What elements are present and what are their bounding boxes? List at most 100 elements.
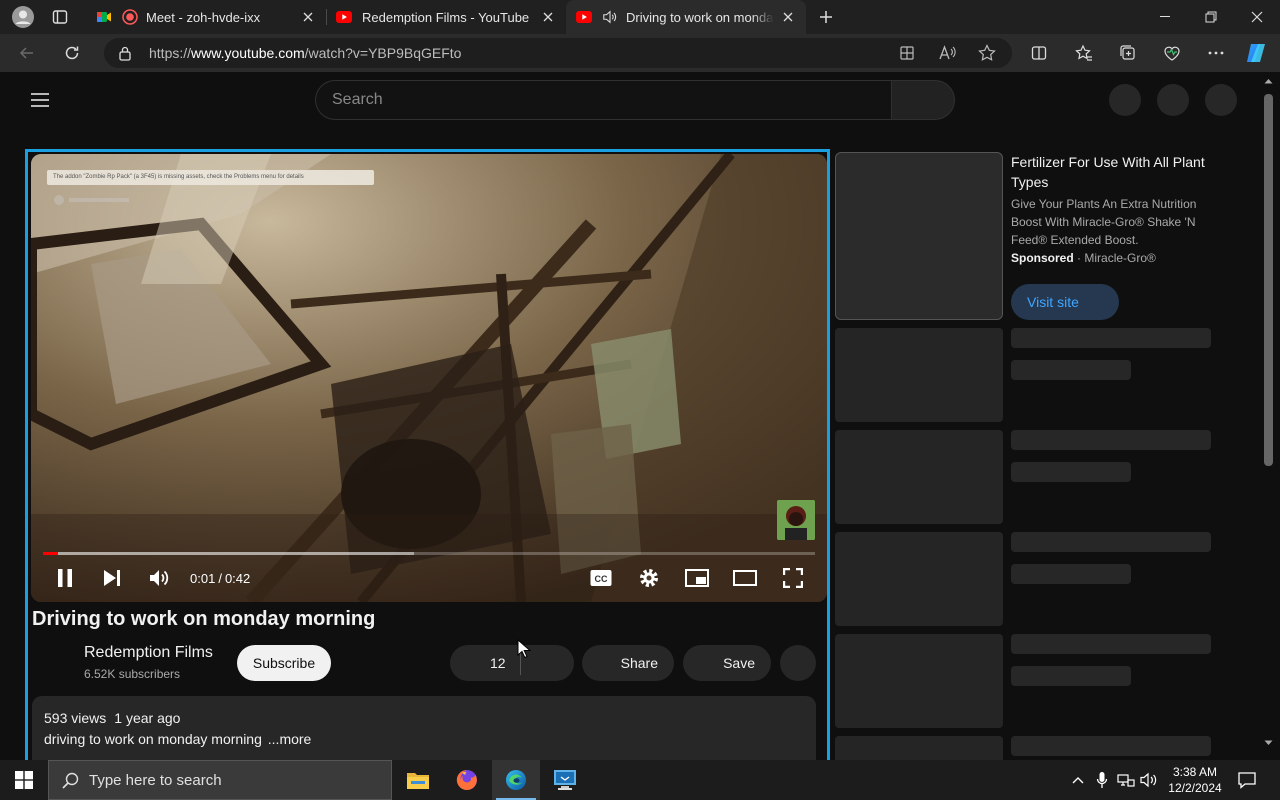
scroll-down-icon[interactable] <box>1264 740 1273 746</box>
lock-icon[interactable] <box>114 43 136 63</box>
new-tab-icon[interactable] <box>812 4 840 30</box>
ad-sponsor-line: Sponsored · Miracle-Gro® <box>1011 251 1156 265</box>
channel-avatar[interactable] <box>32 649 72 689</box>
search-input[interactable] <box>332 91 872 109</box>
remote-desktop-icon[interactable] <box>541 760 589 800</box>
browser-tab-strip: Meet - zoh-hvde-ixx Redemption Films - Y… <box>0 0 1280 34</box>
recommendation-skeleton-thumb <box>835 328 1003 422</box>
app-available-icon[interactable] <box>896 43 918 63</box>
url-host: www.youtube.com <box>191 45 305 61</box>
firefox-icon[interactable] <box>443 760 491 800</box>
description-box[interactable]: 593 views 1 year ago driving to work on m… <box>32 696 816 760</box>
refresh-icon[interactable] <box>57 39 87 67</box>
share-button[interactable]: Share <box>582 645 674 681</box>
account-avatar[interactable] <box>1205 84 1237 116</box>
browser-essentials-icon[interactable] <box>1157 39 1187 67</box>
recommendation-skeleton-thumb <box>835 532 1003 626</box>
address-bar[interactable]: https://www.youtube.com/watch?v=YBP9BqGE… <box>104 38 1012 68</box>
save-button[interactable]: Save <box>683 645 771 681</box>
show-more-link[interactable]: ...more <box>268 731 312 747</box>
search-icon <box>62 772 79 789</box>
channel-watermark[interactable] <box>777 500 815 540</box>
minimize-icon[interactable] <box>1142 0 1188 34</box>
taskbar-search-placeholder: Type here to search <box>89 772 222 789</box>
page-scrollbar[interactable] <box>1261 72 1276 760</box>
tab-audio-playing-icon[interactable] <box>602 9 618 25</box>
recommendation-skeleton-thumb <box>835 736 1003 760</box>
recommendation-skeleton-line <box>1011 634 1211 654</box>
view-count: 593 views <box>44 710 107 726</box>
favorites-icon[interactable] <box>1069 39 1099 67</box>
tab-driving-to-work[interactable]: Driving to work on monday morning <box>566 0 806 34</box>
next-video-icon[interactable] <box>98 564 126 592</box>
more-actions-button[interactable] <box>780 645 816 681</box>
close-window-icon[interactable] <box>1234 0 1280 34</box>
search-button[interactable] <box>891 80 955 120</box>
scroll-up-icon[interactable] <box>1264 78 1273 84</box>
collections-icon[interactable] <box>1113 39 1143 67</box>
menu-icon[interactable] <box>28 88 52 112</box>
recommendation-skeleton-line <box>1011 564 1131 584</box>
copilot-icon[interactable] <box>1242 39 1272 67</box>
miniplayer-icon[interactable] <box>683 564 711 592</box>
highlighted-main-column: The addon "Zombie Rp Pack" (a 3F45) is m… <box>25 149 830 760</box>
advertiser-name: Miracle-Gro® <box>1084 251 1156 265</box>
windows-start-icon[interactable] <box>0 760 48 800</box>
time-display: 0:01/0:42 <box>190 571 250 586</box>
settings-gear-icon[interactable] <box>635 564 663 592</box>
youtube-icon <box>576 9 592 25</box>
recommendation-skeleton-line <box>1011 430 1211 450</box>
fullscreen-icon[interactable] <box>779 564 807 592</box>
restore-icon[interactable] <box>1188 0 1234 34</box>
microphone-icon[interactable] <box>1092 770 1112 790</box>
split-screen-icon[interactable] <box>1024 39 1054 67</box>
video-player[interactable]: The addon "Zombie Rp Pack" (a 3F45) is m… <box>31 154 827 602</box>
recommendation-skeleton-line <box>1011 462 1131 482</box>
theater-mode-icon[interactable] <box>731 564 759 592</box>
close-tab-icon[interactable] <box>780 9 796 25</box>
progress-bar[interactable] <box>43 552 815 555</box>
close-tab-icon[interactable] <box>540 9 556 25</box>
visit-site-button[interactable]: Visit site <box>1011 284 1119 320</box>
more-options-icon[interactable] <box>1201 39 1231 67</box>
speaker-volume-icon[interactable] <box>1139 770 1159 790</box>
sponsor-dot: · <box>1077 251 1082 265</box>
scrollbar-thumb[interactable] <box>1264 94 1273 466</box>
share-label: Share <box>620 655 658 671</box>
close-tab-icon[interactable] <box>300 9 316 25</box>
recommendation-skeleton-line <box>1011 328 1211 348</box>
description-text: driving to work on monday morning ...mor… <box>44 731 804 747</box>
file-explorer-icon[interactable] <box>394 760 442 800</box>
edge-browser-icon[interactable] <box>492 760 540 800</box>
ad-title[interactable]: Fertilizer For Use With All Plant Types <box>1011 152 1231 192</box>
duration: 0:42 <box>224 571 251 586</box>
url-text: https://www.youtube.com/watch?v=YBP9BqGE… <box>149 45 461 61</box>
show-hidden-icons-chevron-icon[interactable] <box>1068 770 1088 790</box>
taskbar-search-box[interactable]: Type here to search <box>48 760 392 800</box>
profile-avatar-icon[interactable] <box>8 4 38 30</box>
back-arrow-icon[interactable] <box>12 39 42 67</box>
warning-icon <box>54 195 129 205</box>
read-aloud-icon[interactable] <box>936 43 958 63</box>
create-button[interactable] <box>1109 84 1141 116</box>
svg-text:CC: CC <box>595 574 608 584</box>
tab-redemption-films[interactable]: Redemption Films - YouTube <box>326 0 566 34</box>
system-clock[interactable]: 3:38 AM 12/2/2024 <box>1162 764 1228 796</box>
network-icon[interactable] <box>1116 770 1136 790</box>
pause-icon[interactable] <box>51 564 79 592</box>
favorite-star-icon[interactable] <box>976 43 998 63</box>
notifications-button[interactable] <box>1157 84 1189 116</box>
search-box <box>315 80 891 120</box>
ad-thumbnail[interactable] <box>835 152 1003 320</box>
tab-meet[interactable]: Meet - zoh-hvde-ixx <box>86 0 326 34</box>
subscribe-button[interactable]: Subscribe <box>237 645 331 681</box>
youtube-icon <box>336 9 352 25</box>
volume-icon[interactable] <box>146 564 174 592</box>
like-count: 12 <box>490 655 506 671</box>
like-button[interactable]: 12 <box>450 645 574 681</box>
progress-played <box>43 552 59 555</box>
tab-actions-icon[interactable] <box>46 4 74 30</box>
closed-captions-icon[interactable]: CC <box>587 564 615 592</box>
channel-name[interactable]: Redemption Films <box>84 644 213 662</box>
notifications-icon[interactable] <box>1237 770 1257 790</box>
